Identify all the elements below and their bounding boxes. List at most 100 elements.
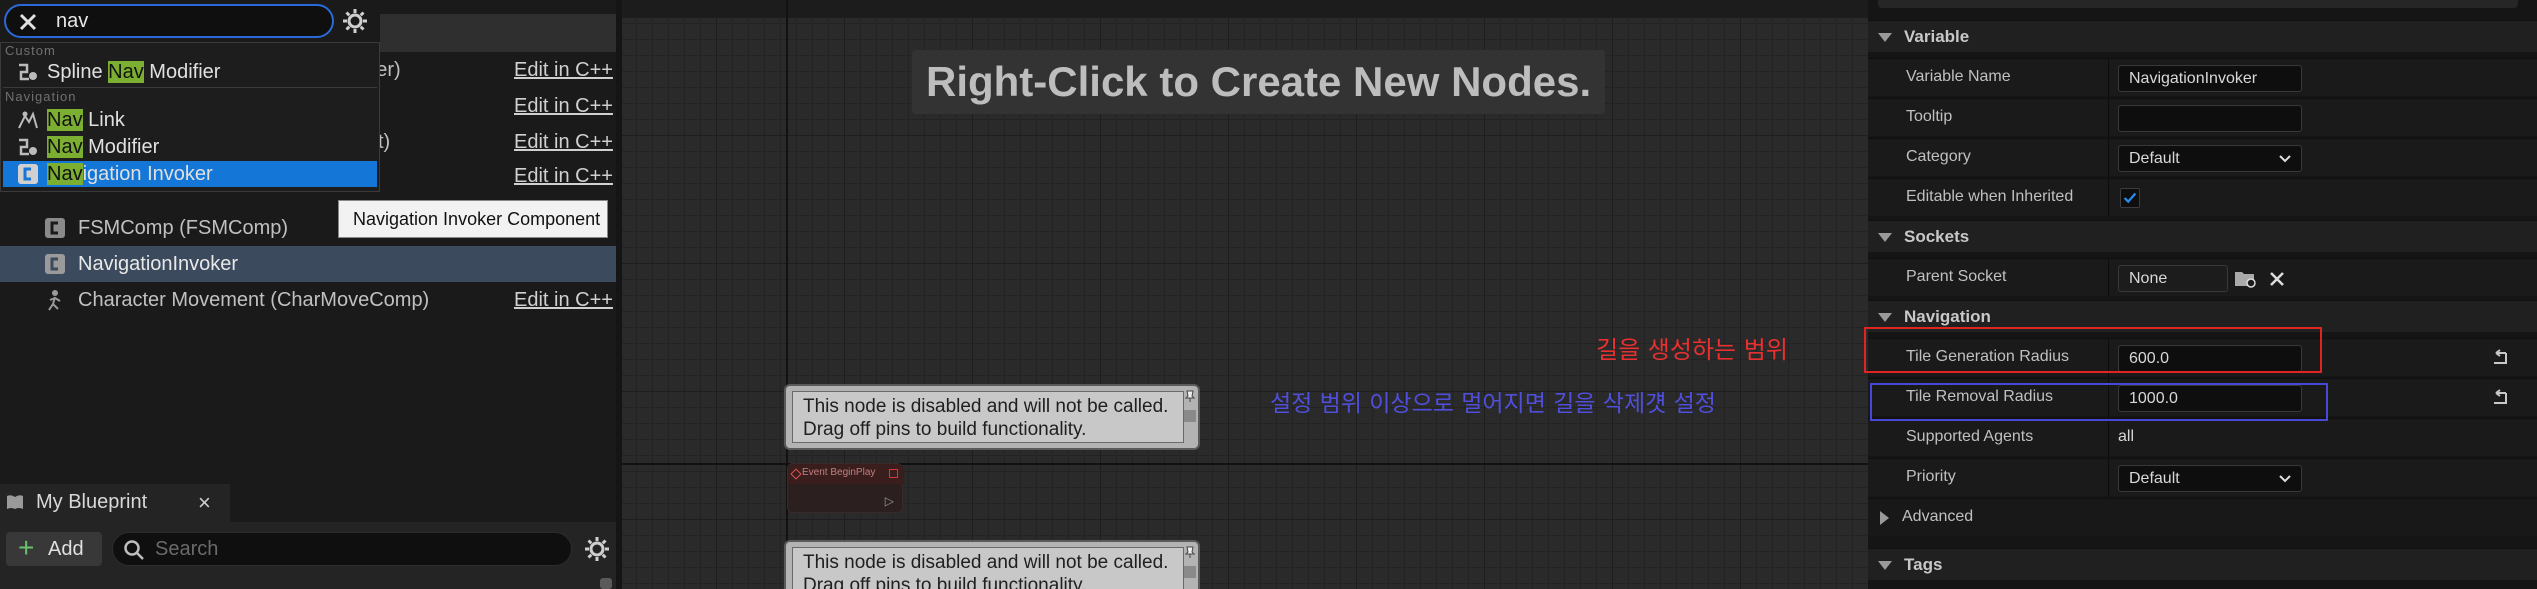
result-spline-nav-modifier[interactable]: Spline Nav Modifier [3, 59, 377, 85]
property-editable-when-inherited: Editable when Inherited [1868, 178, 2537, 217]
divider [3, 87, 377, 88]
collapse-icon[interactable] [1184, 410, 1196, 422]
search-value: nav [56, 10, 89, 32]
component-row-charmovecomp[interactable]: Character Movement (CharMoveComp) Edit i… [0, 282, 616, 318]
disabled-node-note[interactable]: This node is disabled and will not be ca… [784, 540, 1200, 589]
property-supported-agents: Supported Agents all [1868, 418, 2537, 457]
clear-socket-icon[interactable] [2268, 270, 2286, 288]
edit-in-cpp-link[interactable]: Edit in C++ [514, 95, 613, 118]
component-label: NavigationInvoker [78, 252, 239, 275]
search-placeholder: Search [155, 538, 219, 560]
section-tags[interactable]: Tags [1868, 548, 2537, 580]
category-dropdown[interactable]: Default [2118, 145, 2302, 172]
divider [2108, 259, 2109, 297]
expand-arrow-icon [1878, 561, 1892, 570]
search-icon [124, 540, 144, 560]
blueprint-search-input[interactable]: Search [112, 532, 572, 566]
disabled-node-note[interactable]: This node is disabled and will not be ca… [784, 384, 1200, 450]
nav-modifier-icon [19, 138, 37, 156]
property-tooltip: Tooltip [1868, 98, 2537, 137]
component-row-navigationinvoker[interactable]: NavigationInvoker [0, 246, 616, 282]
tooltip-input[interactable] [2118, 105, 2302, 132]
priority-dropdown[interactable]: Default [2118, 465, 2302, 492]
annotation-red-text: 길을 생성하는 범위 [1596, 336, 1788, 364]
my-blueprint-tab[interactable]: My Blueprint × [0, 484, 230, 522]
section-title: Variable [1904, 27, 1970, 46]
chevron-down-icon [2279, 155, 2291, 163]
divider [2108, 59, 2109, 97]
expand-arrow-icon [1878, 313, 1892, 322]
result-label: Nav Modifier [47, 136, 160, 158]
browse-socket-icon[interactable] [2234, 269, 2258, 289]
checkmark-icon [2123, 192, 2137, 204]
scrollbar[interactable] [600, 578, 612, 589]
component-label: FSMComp (FSMComp) [78, 216, 289, 239]
delegate-pin[interactable] [889, 469, 898, 478]
section-variable[interactable]: Variable [1868, 20, 2537, 52]
divider [2108, 459, 2109, 497]
pin-icon[interactable] [1184, 546, 1196, 558]
component-icon [18, 164, 38, 184]
graph-breadcrumb-bar [622, 0, 1868, 18]
edit-in-cpp-link[interactable]: Edit in C++ [514, 289, 613, 312]
note-text: This node is disabled and will not be ca… [792, 547, 1184, 589]
property-variable-name: Variable Name NavigationInvoker [1868, 58, 2537, 97]
property-label: Supported Agents [1906, 428, 2034, 445]
component-icon [45, 218, 65, 238]
add-component-search: nav [0, 0, 380, 42]
component-label: Character Movement (CharMoveComp) [78, 288, 430, 311]
plus-icon: + [18, 532, 35, 563]
editable-checkbox[interactable] [2120, 188, 2140, 208]
character-movement-icon [48, 290, 61, 311]
result-navigation-invoker[interactable]: Navigation Invoker [3, 161, 377, 187]
details-panel: Variable Variable Name NavigationInvoker… [1868, 0, 2537, 589]
nav-modifier-icon [19, 63, 37, 81]
node-title: Event BeginPlay [802, 467, 876, 478]
section-title: Sockets [1904, 227, 1970, 246]
divider [2108, 419, 2109, 457]
event-graph-canvas[interactable]: Right-Click to Create New Nodes. This no… [622, 0, 1868, 589]
divider [2108, 99, 2109, 137]
search-input[interactable]: nav [4, 4, 334, 38]
variable-name-input[interactable]: NavigationInvoker [2118, 65, 2302, 92]
event-beginplay-node[interactable]: Event BeginPlay ▷ [787, 463, 904, 513]
parent-socket-value[interactable]: None [2118, 265, 2228, 292]
expand-arrow-icon [1878, 33, 1892, 42]
clear-search-icon[interactable] [16, 10, 40, 34]
section-sockets[interactable]: Sockets [1868, 220, 2537, 252]
collapse-icon[interactable] [1184, 566, 1196, 578]
supported-agents-value[interactable]: all [2118, 428, 2134, 446]
advanced-expander[interactable]: Advanced [1868, 498, 2537, 536]
annotation-red-box [1864, 327, 2322, 373]
reset-to-default-icon[interactable] [2490, 389, 2510, 407]
edit-in-cpp-link[interactable]: Edit in C++ [514, 165, 613, 188]
result-label: Navigation Invoker [47, 163, 213, 185]
advanced-label: Advanced [1902, 508, 1974, 525]
result-tooltip: Navigation Invoker Component [338, 200, 608, 238]
components-panel: nder) Edit in C++ Edit in C++ t) Edit in… [0, 0, 616, 589]
close-tab-button[interactable]: × [198, 490, 211, 516]
edit-in-cpp-link[interactable]: Edit in C++ [514, 131, 613, 154]
reset-to-default-icon[interactable] [2490, 349, 2510, 367]
category-navigation: Navigation [5, 89, 77, 104]
section-title: Tags [1904, 555, 1943, 574]
property-label: Priority [1906, 468, 1956, 485]
edit-in-cpp-link[interactable]: Edit in C++ [514, 59, 613, 82]
result-nav-link[interactable]: Nav Link [3, 107, 377, 133]
exec-pin-icon[interactable]: ▷ [885, 494, 894, 508]
result-nav-modifier[interactable]: Nav Modifier [3, 134, 377, 160]
pin-icon[interactable] [1184, 390, 1196, 402]
property-label: Tooltip [1906, 108, 1953, 125]
book-icon [7, 495, 23, 509]
add-button[interactable]: + Add [6, 532, 102, 566]
my-blueprint-title: My Blueprint [36, 491, 148, 513]
section-title: Navigation [1904, 307, 1991, 326]
gear-icon[interactable] [582, 534, 612, 564]
component-search-results: Custom Spline Nav Modifier Navigation Na… [0, 42, 380, 192]
graph-hint-text: Right-Click to Create New Nodes. [912, 50, 1606, 114]
gear-icon[interactable] [340, 6, 370, 36]
details-top-bar [1878, 0, 2518, 8]
divider [2108, 179, 2109, 217]
property-label: Category [1906, 148, 1971, 165]
note-text: This node is disabled and will not be ca… [792, 391, 1184, 443]
